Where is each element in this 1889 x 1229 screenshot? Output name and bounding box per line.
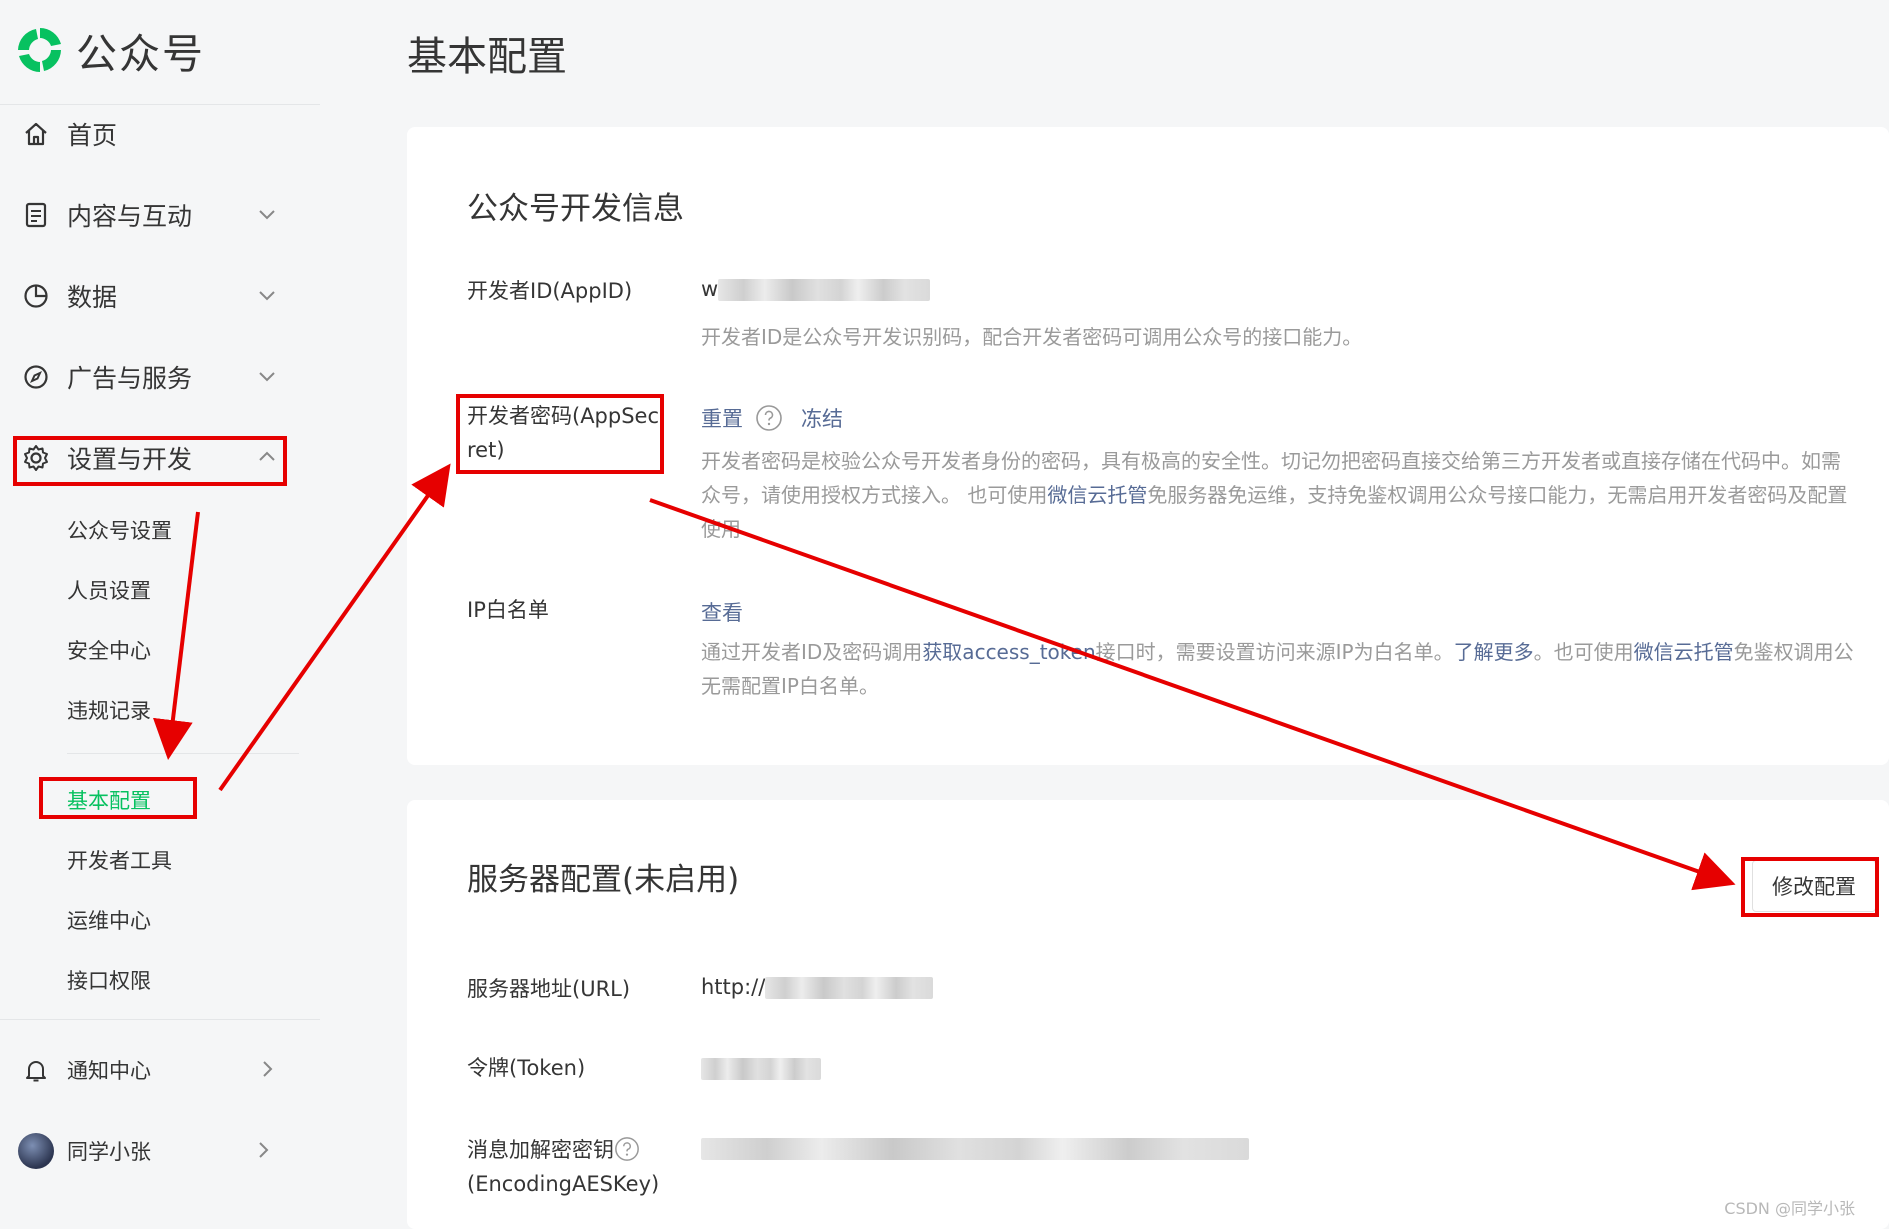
user-name: 同学小张 (67, 1140, 151, 1164)
page-title: 基本配置 (407, 34, 567, 80)
learn-more-link[interactable]: 了解更多 (1454, 640, 1534, 664)
nav-item-home[interactable]: 首页 (22, 109, 284, 159)
sidebar-subitem-account-settings[interactable]: 公众号设置 (67, 515, 172, 545)
desc-text: 。也可使用 (1533, 640, 1634, 664)
sidebar-subitem-violation-records[interactable]: 违规记录 (67, 695, 151, 725)
server-url-value: http:// (701, 975, 934, 999)
nav-item-notifications[interactable]: 通知中心 (22, 1045, 284, 1095)
nav-item-ads[interactable]: 广告与服务 (22, 352, 284, 402)
server-config-card: 服务器配置(未启用) 服务器地址(URL) http:// 令牌(Token) … (407, 800, 1889, 1229)
help-icon[interactable] (755, 404, 783, 432)
appsecret-desc-line1: 开发者密码是校验公众号开发者身份的密码，具有极高的安全性。切记勿把密码直接交给第… (701, 449, 1841, 473)
sidebar-subitem-security-center[interactable]: 安全中心 (67, 635, 151, 665)
nav-item-label: 数据 (67, 283, 118, 312)
sidebar-subitem-api-permissions[interactable]: 接口权限 (67, 965, 151, 995)
desc-text: 接口时，需要设置访问来源IP为白名单。 (1095, 640, 1454, 664)
masked-url (765, 977, 934, 999)
home-icon (22, 120, 50, 148)
reset-secret-link[interactable]: 重置 (701, 403, 743, 433)
sidebar: 公众号 首页 内容与互动 数据 广告与服务 设置与开发 公众号设置 人员设置 安… (0, 0, 320, 1229)
watermark: CSDN @同学小张 (1724, 1199, 1855, 1218)
dev-info-card: 公众号开发信息 开发者ID(AppID) w 开发者ID是公众号开发识别码，配合… (407, 127, 1889, 765)
view-ip-whitelist-link[interactable]: 查看 (701, 597, 743, 627)
pie-chart-icon (22, 282, 50, 310)
appsecret-actions: 重置 冻结 (701, 403, 843, 433)
sidebar-subitem-ops-center[interactable]: 运维中心 (67, 905, 151, 935)
divider (67, 753, 299, 754)
aeskey-label-line2: (EncodingAESKey) (467, 1172, 660, 1196)
token-label: 令牌(Token) (467, 1056, 586, 1080)
gear-icon (22, 444, 50, 472)
ip-whitelist-label: IP白名单 (467, 598, 549, 622)
wechat-cloud-hosting-link[interactable]: 微信云托管 (1047, 483, 1147, 507)
desc-text: 免鉴权调用公 (1733, 640, 1854, 664)
appsecret-label-line2: ret) (467, 438, 505, 462)
nav-item-data[interactable]: 数据 (22, 271, 284, 321)
masked-aeskey (701, 1138, 1249, 1160)
sidebar-subitem-developer-tools[interactable]: 开发者工具 (67, 845, 172, 875)
sidebar-subitem-staff-settings[interactable]: 人员设置 (67, 575, 151, 605)
aeskey-label-text: 消息加解密密钥 (467, 1138, 614, 1162)
nav-item-user[interactable]: 同学小张 (18, 1126, 280, 1176)
bell-icon (22, 1056, 50, 1084)
appsecret-desc-line2: 众号，请使用授权方式接入。 也可使用微信云托管免服务器免运维，支持免鉴权调用公众… (701, 478, 1889, 512)
chevron-down-icon (259, 372, 275, 382)
nav-item-label: 设置与开发 (67, 445, 193, 474)
aeskey-label-line1: 消息加解密密钥 (467, 1133, 659, 1167)
wechat-official-account-logo-icon (18, 28, 61, 72)
aeskey-label: 消息加解密密钥 (EncodingAESKey) (467, 1133, 659, 1201)
nav-item-label: 通知中心 (67, 1059, 151, 1083)
desc-text: 众号，请使用授权方式接入。 也可使用 (701, 483, 1048, 507)
url-prefix: http:// (701, 975, 766, 999)
appsecret-label: 开发者密码(AppSec ret) (467, 399, 659, 467)
server-url-label: 服务器地址(URL) (467, 977, 631, 1001)
sidebar-subitem-basic-config[interactable]: 基本配置 (67, 785, 151, 815)
compass-icon (22, 363, 50, 391)
masked-appid (718, 279, 931, 301)
aeskey-value (701, 1136, 1249, 1160)
nav-item-label: 广告与服务 (67, 364, 193, 393)
access-token-link[interactable]: 获取access_token (922, 640, 1095, 664)
chevron-down-icon (259, 291, 275, 301)
nav-item-label: 内容与互动 (67, 202, 193, 231)
ip-desc-line1: 通过开发者ID及密码调用获取access_token接口时，需要设置访问来源IP… (701, 635, 1889, 669)
dev-info-title: 公众号开发信息 (467, 191, 684, 227)
divider (0, 1019, 320, 1020)
ip-whitelist-description: 通过开发者ID及密码调用获取access_token接口时，需要设置访问来源IP… (701, 635, 1889, 703)
chevron-right-icon (259, 1142, 269, 1158)
ip-desc-line2: 无需配置IP白名单。 (701, 674, 879, 698)
help-icon[interactable] (614, 1136, 640, 1162)
chevron-right-icon (263, 1061, 273, 1077)
appid-label: 开发者ID(AppID) (467, 279, 633, 303)
token-value (701, 1056, 821, 1080)
edit-config-button[interactable]: 修改配置 (1752, 860, 1876, 912)
masked-token (701, 1058, 821, 1080)
appsecret-label-line1: 开发者密码(AppSec (467, 404, 660, 428)
appsecret-description: 开发者密码是校验公众号开发者身份的密码，具有极高的安全性。切记勿把密码直接交给第… (701, 444, 1889, 546)
logo[interactable]: 公众号 (14, 22, 205, 78)
desc-text: 免服务器免运维，支持免鉴权调用公众号接口能力，无需启用开发者密码及配置 (1147, 483, 1848, 507)
appid-prefix: w (701, 277, 719, 301)
nav-item-settings[interactable]: 设置与开发 (22, 433, 284, 483)
avatar (18, 1133, 54, 1169)
document-icon (22, 201, 50, 229)
nav-item-content[interactable]: 内容与互动 (22, 190, 284, 240)
app-name: 公众号 (76, 30, 205, 78)
appid-description: 开发者ID是公众号开发识别码，配合开发者密码可调用公众号的接口能力。 (701, 325, 1363, 349)
wechat-cloud-hosting-link[interactable]: 微信云托管 (1634, 640, 1734, 664)
chevron-up-icon (259, 451, 275, 461)
desc-text: 通过开发者ID及密码调用 (701, 640, 923, 664)
chevron-down-icon (259, 210, 275, 220)
appid-value: w (701, 277, 931, 301)
appsecret-desc-line3: 使用 (701, 517, 741, 541)
divider (0, 104, 320, 105)
freeze-secret-link[interactable]: 冻结 (801, 403, 843, 433)
nav-item-label: 首页 (67, 121, 118, 150)
server-config-title: 服务器配置(未启用) (467, 862, 740, 898)
